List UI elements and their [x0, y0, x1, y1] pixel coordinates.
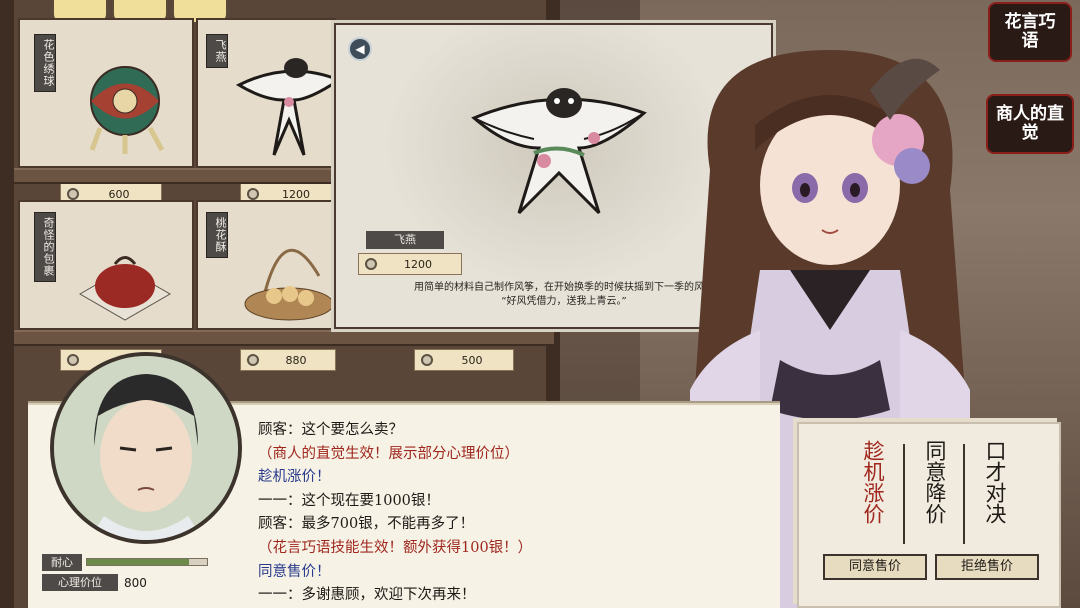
dialog-line-choice: 趁机涨价！	[258, 469, 331, 486]
popup-item-price: 1200	[404, 257, 432, 271]
item-price: 600	[108, 187, 130, 201]
shelf-slot-swallow-kite[interactable]: 飞燕	[196, 18, 343, 168]
item-price-tag: 880	[240, 349, 336, 371]
item-price: 1200	[282, 187, 310, 201]
refuse-price-button[interactable]: 拒绝售价	[935, 554, 1039, 580]
silver-coin-icon	[67, 188, 79, 200]
choice-eloquence-duel[interactable]: 口才对决	[983, 440, 1007, 524]
patience-bar	[86, 558, 208, 566]
skill-label: 商人的直觉	[996, 104, 1064, 143]
item-price: 880	[285, 353, 307, 367]
patience-bar-fill	[87, 559, 189, 565]
agree-price-button[interactable]: 同意售价	[823, 554, 927, 580]
dialog-line-choice: 同意售价！	[258, 563, 331, 580]
expected-price-value: 800	[124, 576, 147, 590]
popup-item-name: 飞燕	[366, 231, 444, 249]
customer-face-avatar	[54, 356, 238, 540]
patience-label: 耐心	[42, 554, 82, 571]
dialog-line: 顾客：最多700银，不能再多了！	[258, 516, 475, 533]
choice-agree-discount[interactable]: 同意降价	[923, 440, 947, 524]
skill-flowery-words-badge[interactable]: 花言巧语	[990, 4, 1070, 60]
embroidered-ball-icon	[89, 66, 165, 154]
dialog-line-skill-effect: （花言巧语技能生效！额外获得100银！）	[258, 539, 533, 556]
silver-coin-icon	[247, 188, 259, 200]
customer-portrait	[50, 352, 242, 544]
item-name-tag: 花色绣球	[34, 34, 56, 92]
silver-coin-icon	[247, 354, 259, 366]
back-arrow-icon[interactable]: ◀	[348, 37, 372, 61]
dialog-line: 一一：多谢惠顾，欢迎下次再来！	[258, 587, 476, 604]
swallow-kite-icon	[235, 58, 343, 156]
skill-label: 花言巧语	[1004, 12, 1056, 51]
shelf-slot-embroidered-ball[interactable]: 花色绣球	[18, 18, 194, 168]
swallow-kite-large-icon	[471, 88, 647, 215]
dialog-line-skill-effect: （商人的直觉生效！展示部分心理价位）	[258, 445, 519, 462]
choice-raise-price[interactable]: 趁机涨价	[861, 440, 885, 524]
popup-item-price-tag: 1200	[358, 253, 462, 275]
item-name-tag: 奇怪的包裹	[34, 212, 56, 282]
item-name-tag: 飞燕	[206, 34, 228, 68]
dialog-line: 顾客：这个要怎么卖？	[258, 422, 403, 438]
silver-coin-icon	[67, 354, 79, 366]
silver-coin-icon	[365, 258, 377, 270]
shelf-slot-peach-blossom-pastry[interactable]: 桃花酥	[196, 200, 336, 330]
skill-merchant-instinct-badge[interactable]: 商人的直觉	[988, 96, 1072, 152]
dialog-log: 顾客：这个要怎么卖？ （商人的直觉生效！展示部分心理价位） 趁机涨价！ 一一：这…	[258, 419, 778, 608]
pastry-basket-icon	[244, 248, 334, 321]
dialog-line: 一一：这个现在要1000银！	[258, 492, 440, 509]
item-price-tag: 500	[414, 349, 514, 371]
bargain-choice-panel: 趁机涨价 同意降价 口才对决 同意售价 拒绝售价	[797, 422, 1061, 608]
item-name-tag: 桃花酥	[206, 212, 228, 258]
shelf-slot-strange-package[interactable]: 奇怪的包裹	[18, 200, 194, 330]
silver-coin-icon	[421, 354, 433, 366]
expected-price-label: 心理价位	[42, 574, 118, 591]
item-price: 500	[461, 353, 483, 367]
wrapped-package-icon	[79, 256, 171, 321]
